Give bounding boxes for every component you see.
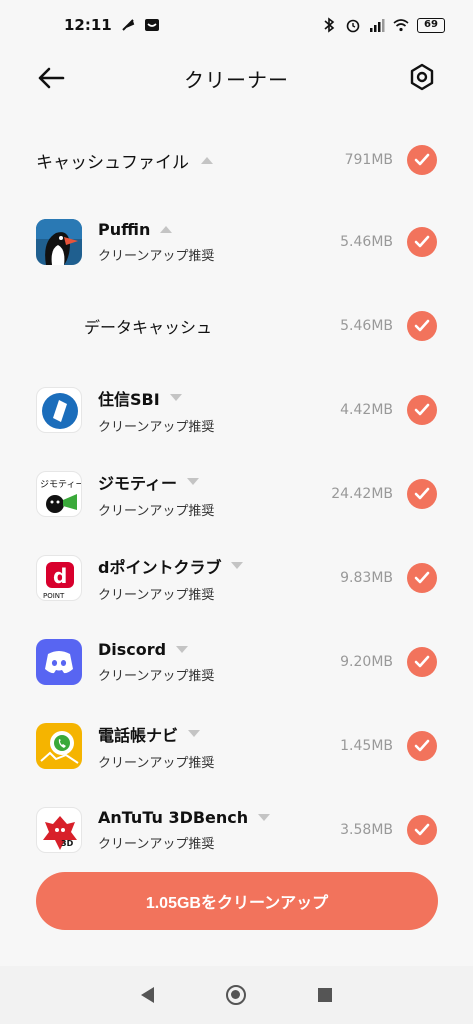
app-row-sbi[interactable]: 住信SBI クリーンアップ推奨 4.42MB: [0, 368, 473, 452]
system-nav-bar: [0, 966, 473, 1024]
app-recommendation: クリーンアップ推奨: [98, 837, 215, 852]
app-text: AnTuTu 3DBench クリーンアップ推奨: [98, 808, 271, 852]
checkmark-icon: [414, 823, 430, 836]
signal-icon: [370, 19, 385, 32]
app-checkbox[interactable]: [407, 395, 437, 425]
app-checkbox[interactable]: [407, 227, 437, 257]
page-title: クリーナー: [184, 67, 289, 92]
app-size: 1.45MB: [340, 738, 393, 754]
section-size: 791MB: [344, 152, 393, 168]
app-text: 電話帳ナビ クリーンアップ推奨: [98, 722, 214, 771]
app-name: ジモティー: [98, 473, 178, 493]
expand-arrow-icon[interactable]: [169, 394, 182, 401]
app-row-puffin[interactable]: Puffin クリーンアップ推奨 5.46MB: [0, 200, 473, 284]
app-recommendation: クリーンアップ推奨: [98, 249, 215, 264]
denwacho-navi-app-icon: [36, 723, 82, 769]
data-cache-checkbox[interactable]: [407, 311, 437, 341]
app-name: Puffin: [98, 220, 151, 239]
app-text: ジモティー クリーンアップ推奨: [98, 470, 214, 519]
data-cache-label: データキャッシュ: [84, 318, 213, 337]
app-name: dポイントクラブ: [98, 557, 222, 577]
jimoty-app-icon: ジモティー: [36, 471, 82, 517]
jimoty-icon-text: ジモティー: [40, 479, 82, 490]
alarm-icon: [346, 19, 360, 33]
checkmark-icon: [414, 739, 430, 752]
mail-notification-icon: [144, 19, 159, 31]
app-recommendation: クリーンアップ推奨: [98, 587, 215, 603]
app-checkbox[interactable]: [407, 647, 437, 677]
app-checkbox[interactable]: [407, 815, 437, 845]
dpoint-app-icon: d POINT: [36, 555, 82, 601]
checkmark-icon: [414, 235, 430, 248]
checkmark-icon: [414, 487, 430, 500]
app-size: 5.46MB: [340, 234, 393, 250]
app-text: Puffin クリーンアップ推奨: [98, 220, 214, 264]
nav-home-icon[interactable]: [226, 985, 246, 1005]
app-text: Discord クリーンアップ推奨: [98, 640, 214, 684]
app-size: 3.58MB: [340, 822, 393, 838]
nav-recents-icon[interactable]: [318, 988, 332, 1002]
app-row-discord[interactable]: Discord クリーンアップ推奨 9.20MB: [0, 620, 473, 704]
app-size: 9.20MB: [340, 654, 393, 670]
app-row-antutu[interactable]: 3D AnTuTu 3DBench クリーンアップ推奨 3.58MB: [0, 788, 473, 872]
wifi-icon: [393, 19, 409, 32]
app-recommendation: クリーンアップ推奨: [98, 669, 215, 684]
discord-app-icon: [36, 639, 82, 685]
app-name: AnTuTu 3DBench: [98, 808, 249, 827]
section-label: キャッシュファイル: [36, 148, 213, 173]
app-row-denwacho-navi[interactable]: 電話帳ナビ クリーンアップ推奨 1.45MB: [0, 704, 473, 788]
app-row-dpoint[interactable]: d POINT dポイントクラブ クリーンアップ推奨 9.83MB: [0, 536, 473, 620]
puffin-data-cache-row[interactable]: データキャッシュ 5.46MB: [0, 284, 473, 368]
app-size: 9.83MB: [340, 570, 393, 586]
app-name: 電話帳ナビ: [98, 725, 179, 745]
app-recommendation: クリーンアップ推奨: [98, 755, 215, 771]
expand-arrow-icon[interactable]: [231, 562, 244, 569]
sbi-app-icon: [36, 387, 82, 433]
app-name: 住信SBI: [98, 389, 160, 409]
section-title: キャッシュファイル: [36, 152, 189, 173]
section-checkbox[interactable]: [407, 145, 437, 175]
expand-arrow-icon[interactable]: [258, 814, 271, 821]
bluetooth-icon: [324, 17, 335, 33]
antutu-app-icon: 3D: [36, 807, 82, 853]
app-text: 住信SBI クリーンアップ推奨: [98, 386, 214, 435]
svg-text:d: d: [53, 564, 67, 588]
app-recommendation: クリーンアップ推奨: [98, 419, 215, 435]
collapse-arrow-icon[interactable]: [201, 156, 213, 164]
feather-notification-icon: [122, 19, 134, 31]
expand-arrow-icon[interactable]: [187, 478, 200, 485]
battery-indicator: 69: [417, 17, 445, 33]
clean-up-button[interactable]: 1.05GBをクリーンアップ: [36, 872, 438, 930]
section-cache-files[interactable]: キャッシュファイル 791MB: [0, 120, 473, 200]
settings-gear-icon[interactable]: [407, 62, 437, 92]
app-header: クリーナー: [0, 50, 473, 106]
status-time: 12:11: [64, 16, 112, 34]
checkmark-icon: [414, 571, 430, 584]
expand-arrow-icon[interactable]: [176, 646, 189, 653]
antutu-icon-text: 3D: [61, 839, 74, 848]
app-checkbox[interactable]: [407, 563, 437, 593]
app-recommendation: クリーンアップ推奨: [98, 503, 215, 519]
expand-arrow-icon[interactable]: [188, 730, 201, 737]
back-arrow-icon[interactable]: [36, 64, 66, 92]
dpoint-icon-text: POINT: [43, 592, 65, 600]
checkmark-icon: [414, 153, 430, 166]
puffin-app-icon: [36, 219, 82, 265]
app-size: 4.42MB: [340, 402, 393, 418]
app-row-jimoty[interactable]: ジモティー ジモティー クリーンアップ推奨 24.42MB: [0, 452, 473, 536]
nav-back-icon[interactable]: [141, 987, 154, 1003]
checkmark-icon: [414, 655, 430, 668]
checkmark-icon: [414, 319, 430, 332]
app-checkbox[interactable]: [407, 479, 437, 509]
cache-list: キャッシュファイル 791MB Puffin クリーンアップ推奨 5.46MB …: [0, 120, 473, 872]
collapse-arrow-icon[interactable]: [160, 226, 173, 233]
status-bar: 12:11 69: [0, 0, 473, 50]
app-checkbox[interactable]: [407, 731, 437, 761]
data-cache-size: 5.46MB: [340, 318, 393, 334]
app-size: 24.42MB: [331, 486, 393, 502]
app-name: Discord: [98, 640, 167, 659]
checkmark-icon: [414, 403, 430, 416]
app-text: dポイントクラブ クリーンアップ推奨: [98, 554, 244, 603]
